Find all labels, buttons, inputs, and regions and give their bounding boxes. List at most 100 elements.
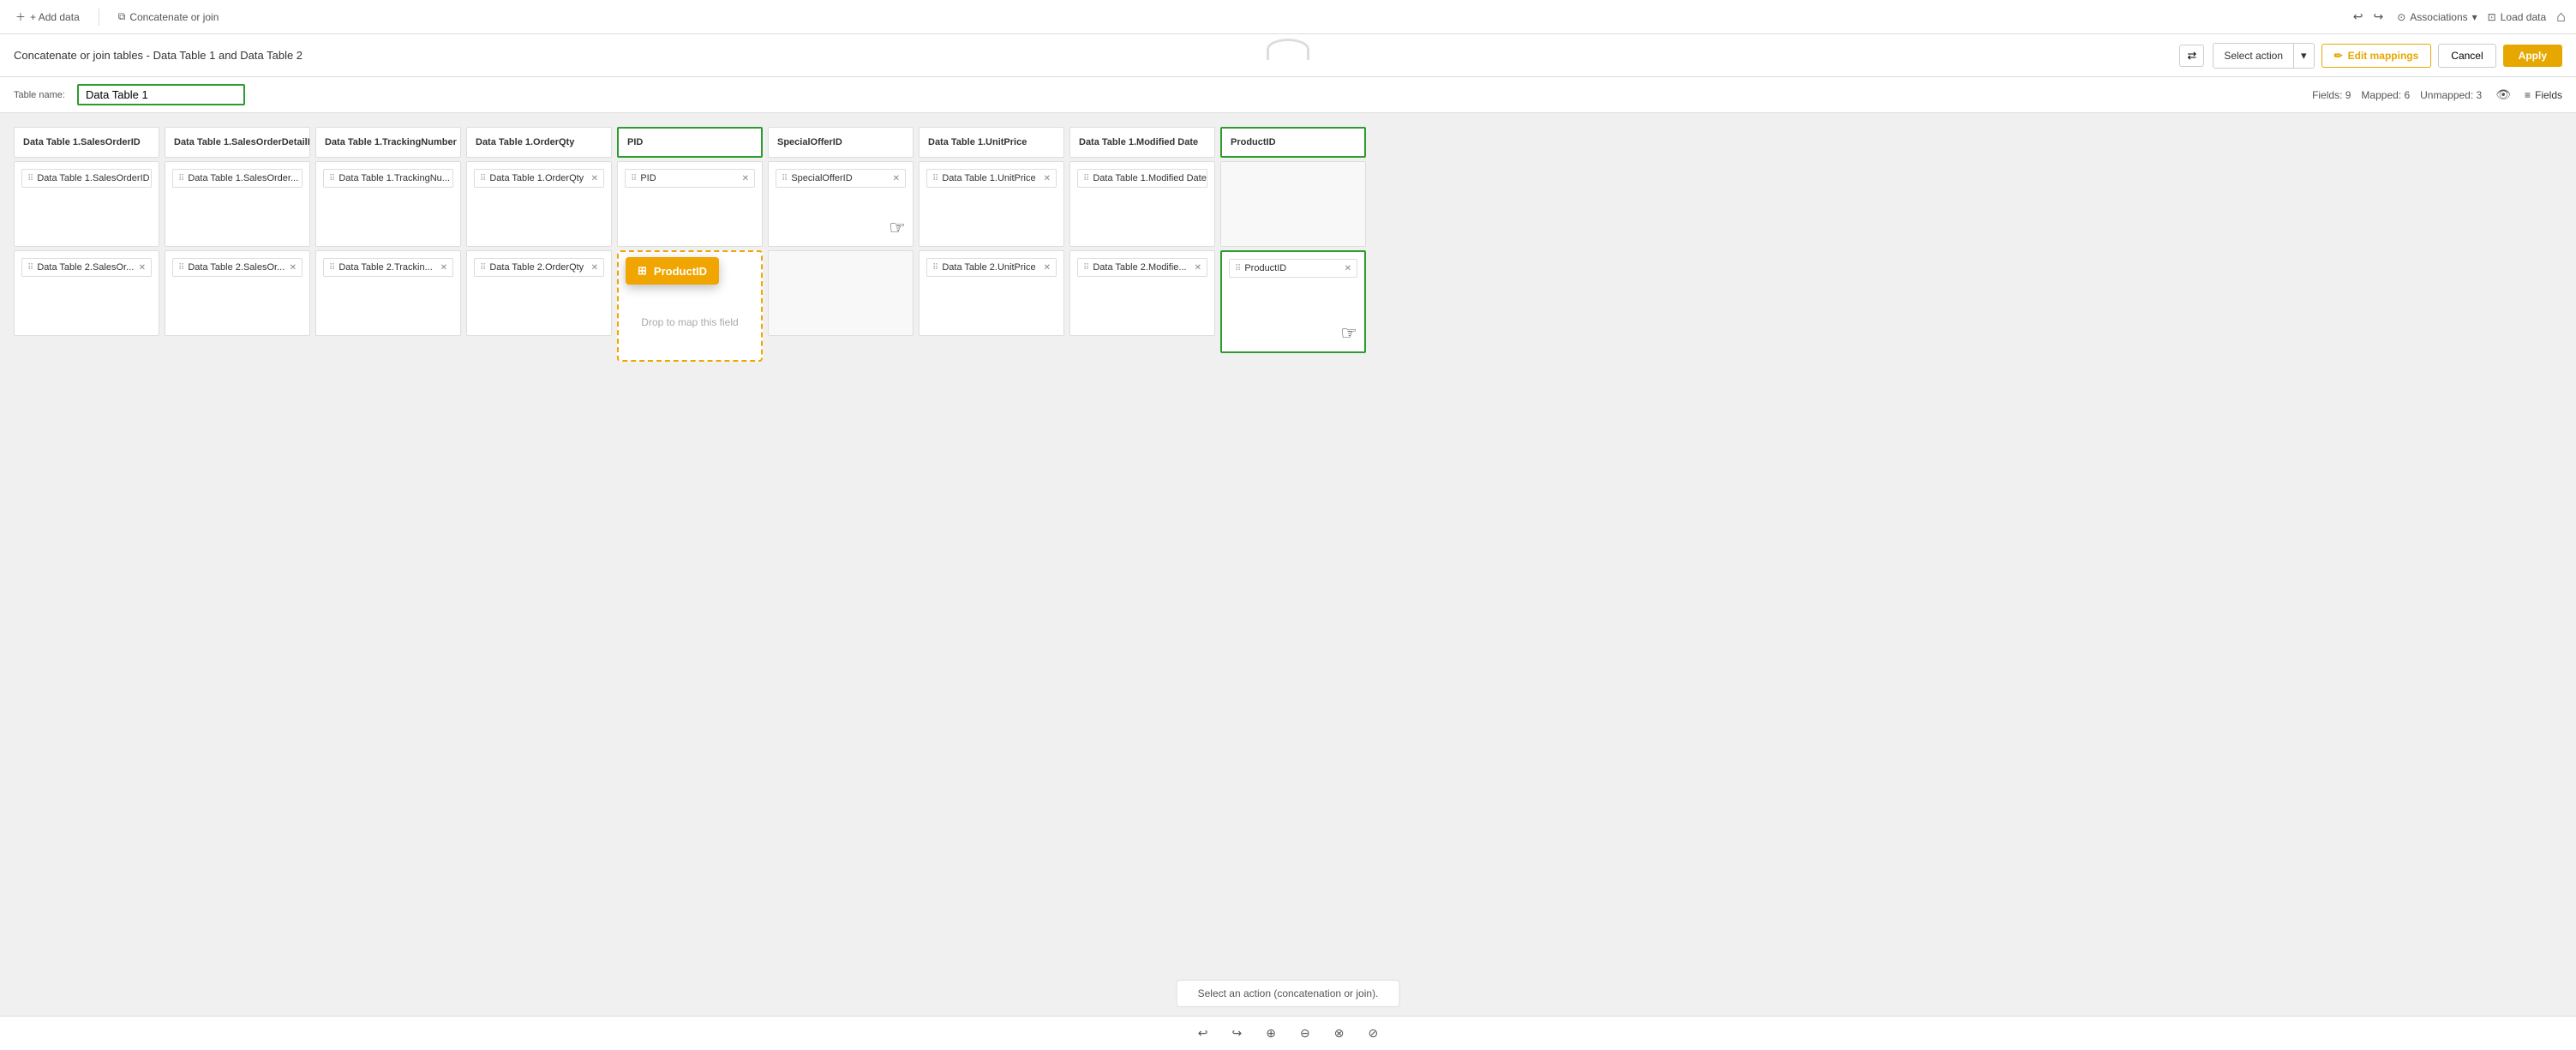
cell-section-row2-4: ⠿ Data Table 2.OrderQty ✕ (466, 250, 612, 336)
cell-text: ProductID (1244, 263, 1286, 273)
remove-icon[interactable]: ✕ (591, 263, 598, 273)
fields-info: Fields: 9 Mapped: 6 Unmapped: 3 👁 ≡ Fiel… (2312, 84, 2562, 105)
load-data-button[interactable]: ⊡ Load data (2488, 11, 2546, 23)
cell-section-row1-4: ⠿ Data Table 1.OrderQty ✕ (466, 161, 612, 247)
columns-container: Data Table 1.SalesOrderID ⠿ Data Table 1… (0, 113, 2576, 370)
header-actions: Select action ▾ ✏ Edit mappings Cancel A… (2213, 43, 2562, 69)
column-productid: ProductID ⠿ ProductID ✕ ☞ (1220, 127, 1366, 370)
col-header-modifieddate: Data Table 1.Modified Date (1069, 127, 1215, 158)
cell-section-row2-1: ⠿ Data Table 2.SalesOr... ✕ (14, 250, 159, 336)
cell-item: ⠿ ProductID ✕ (1229, 259, 1357, 278)
bottom-redo-button[interactable]: ↪ (1225, 1023, 1249, 1044)
loading-indicator (1267, 39, 1309, 60)
column-orderqty: Data Table 1.OrderQty ⠿ Data Table 1.Ord… (466, 127, 612, 370)
edit-mappings-button[interactable]: ✏ Edit mappings (2321, 44, 2432, 68)
table-name-label: Table name: (14, 90, 65, 100)
drag-handle-icon: ⠿ (329, 174, 335, 183)
select-action-arrow-icon[interactable]: ▾ (2293, 44, 2314, 68)
associations-label: Associations (2410, 11, 2467, 23)
visibility-toggle-button[interactable]: 👁 (2492, 84, 2514, 105)
table-name-row: Table name: Fields: 9 Mapped: 6 Unmapped… (0, 77, 2576, 113)
cancel-button[interactable]: Cancel (2438, 44, 2495, 68)
cell-section-row2-6 (768, 250, 914, 336)
remove-icon[interactable]: ✕ (1345, 264, 1351, 273)
undo-button[interactable]: ↩ (2350, 6, 2367, 27)
cell-text: Data Table 2.SalesOr... (188, 262, 285, 273)
cell-text: Data Table 2.Trackin... (338, 262, 432, 273)
add-data-button[interactable]: ＋ + Add data (10, 6, 85, 27)
bottom-info-button[interactable]: ⊘ (1361, 1023, 1385, 1044)
col-header-salesorderid: Data Table 1.SalesOrderID (14, 127, 159, 158)
drop-zone-section[interactable]: ⊞ ProductID Drop to map this field (617, 250, 763, 370)
remove-icon[interactable]: ✕ (1044, 174, 1051, 183)
remove-icon[interactable]: ✕ (290, 263, 297, 273)
cell-item: ⠿ Data Table 2.SalesOr... ✕ (21, 258, 152, 277)
remove-icon[interactable]: ✕ (1195, 263, 1201, 273)
remove-icon[interactable]: ✕ (440, 263, 447, 273)
cell-text: PID (640, 173, 656, 183)
cell-section-row1-2: ⠿ Data Table 1.SalesOrder... ✕ (165, 161, 310, 247)
drop-label: Drop to map this field (634, 291, 745, 335)
column-salesorderdetailid: Data Table 1.SalesOrderDetailID ⠿ Data T… (165, 127, 310, 370)
col-header-pid: PID (617, 127, 763, 158)
select-action-dropdown[interactable]: Select action ▾ (2213, 43, 2314, 69)
apply-button[interactable]: Apply (2503, 45, 2562, 67)
drag-handle-icon: ⠿ (631, 174, 637, 183)
col-header-unitprice: Data Table 1.UnitPrice (919, 127, 1064, 158)
status-bar: Select an action (concatenation or join)… (1177, 980, 1400, 1007)
associations-dropdown-icon: ▾ (2472, 11, 2477, 23)
cell-section-row1-8: ⠿ Data Table 1.Modified Date ✕ (1069, 161, 1215, 247)
remove-icon[interactable]: ✕ (742, 174, 749, 183)
remove-icon[interactable]: ✕ (1044, 263, 1051, 273)
bottom-undo-button[interactable]: ↩ (1191, 1023, 1215, 1044)
table-name-input[interactable] (77, 84, 245, 105)
top-toolbar: ＋ + Add data ⧉ Concatenate or join ↩ ↪ ⊙… (0, 0, 2576, 34)
cell-item: ⠿ Data Table 1.OrderQty ✕ (474, 169, 604, 188)
swap-button[interactable]: ⇄ (2179, 45, 2204, 67)
edit-mappings-label: Edit mappings (2348, 50, 2419, 62)
concat-join-button[interactable]: ⧉ Concatenate or join (113, 7, 225, 27)
redo-button[interactable]: ↪ (2369, 6, 2387, 27)
cell-text: Data Table 1.Modified Date (1093, 173, 1207, 183)
cell-item: ⠿ Data Table 1.SalesOrderID ✕ (21, 169, 152, 188)
cell-item: ⠿ PID ✕ (625, 169, 755, 188)
cell-text: SpecialOfferID (791, 173, 852, 183)
cell-section-row2-7: ⠿ Data Table 2.UnitPrice ✕ (919, 250, 1064, 336)
main-content: Data Table 1.SalesOrderID ⠿ Data Table 1… (0, 113, 2576, 1017)
drag-handle-icon: ⠿ (178, 174, 184, 183)
unmapped-count: Unmapped: 3 (2420, 89, 2482, 101)
drag-handle-icon: ⠿ (1235, 264, 1241, 273)
cell-item: ⠿ Data Table 1.Modified Date ✕ (1077, 169, 1207, 188)
cell-text: Data Table 2.SalesOr... (37, 262, 134, 273)
column-unitprice: Data Table 1.UnitPrice ⠿ Data Table 1.Un… (919, 127, 1064, 370)
cell-text: Data Table 1.SalesOrderID (37, 173, 149, 183)
remove-icon[interactable]: ✕ (139, 263, 146, 273)
remove-icon[interactable]: ✕ (302, 174, 303, 183)
associations-icon: ⊙ (2397, 11, 2405, 23)
column-modifieddate: Data Table 1.Modified Date ⠿ Data Table … (1069, 127, 1215, 370)
cell-section-row1-5: ⠿ PID ✕ (617, 161, 763, 247)
status-text: Select an action (concatenation or join)… (1198, 987, 1379, 999)
col-header-orderqty: Data Table 1.OrderQty (466, 127, 612, 158)
fields-button[interactable]: ≡ Fields (2525, 89, 2562, 101)
drag-handle-icon: ⠿ (1083, 174, 1089, 183)
drag-handle-icon: ⠿ (480, 263, 486, 273)
remove-icon[interactable]: ✕ (591, 174, 598, 183)
col-header-specialofferid: SpecialOfferID (768, 127, 914, 158)
bottom-close-button[interactable]: ⊗ (1327, 1023, 1351, 1044)
cell-item: ⠿ Data Table 1.TrackingNu... ✕ (323, 169, 453, 188)
drag-handle-icon: ⠿ (27, 263, 33, 273)
cell-text: Data Table 2.UnitPrice (942, 262, 1035, 273)
bottom-add-button[interactable]: ⊕ (1259, 1023, 1283, 1044)
table-icon: ⊞ (638, 264, 647, 278)
cursor-hand-icon: ☞ (889, 217, 906, 239)
cell-item: ⠿ Data Table 2.SalesOr... ✕ (172, 258, 303, 277)
cell-section-row1-7: ⠿ Data Table 1.UnitPrice ✕ (919, 161, 1064, 247)
load-data-icon: ⊡ (2488, 11, 2496, 23)
mapped-count: Mapped: 6 (2361, 89, 2410, 101)
associations-button[interactable]: ⊙ Associations ▾ (2397, 11, 2477, 23)
page-title: Concatenate or join tables - Data Table … (14, 49, 2171, 62)
drag-handle-icon: ⠿ (932, 263, 938, 273)
remove-icon[interactable]: ✕ (893, 174, 900, 183)
bottom-minus-button[interactable]: ⊖ (1293, 1023, 1317, 1044)
